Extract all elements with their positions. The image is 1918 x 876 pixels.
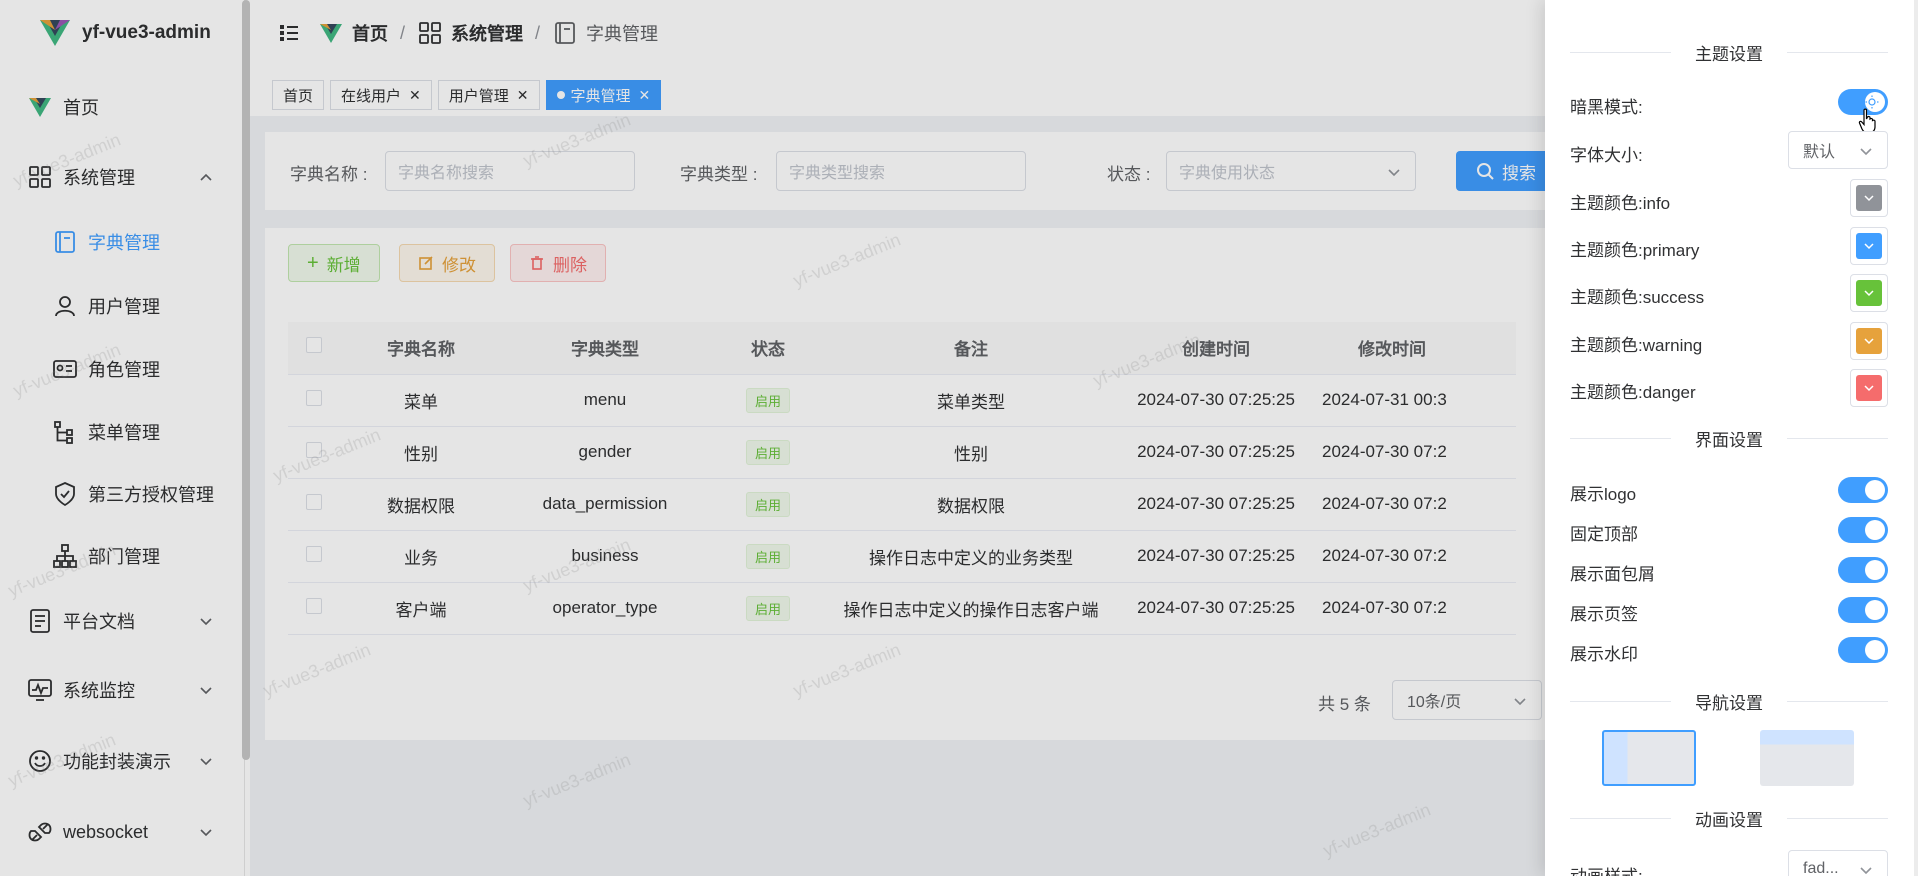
chevron-down-icon — [1864, 290, 1874, 297]
color-warning-label: 主题颜色:warning — [1570, 336, 1703, 355]
color-warning-picker[interactable] — [1850, 322, 1888, 360]
anim-style-select[interactable]: fad... — [1788, 850, 1888, 876]
font-size-label: 字体大小: — [1570, 146, 1643, 165]
toggle-fixed-header-switch[interactable] — [1838, 517, 1888, 543]
nav-section-divider: 导航设置 — [1570, 691, 1888, 713]
dark-mode-label: 暗黑模式: — [1570, 98, 1643, 117]
toggle-watermark-switch[interactable] — [1838, 637, 1888, 663]
sun-icon — [1865, 95, 1879, 109]
toggle-tabs-switch[interactable] — [1838, 597, 1888, 623]
section-title: 动画设置 — [1695, 810, 1763, 830]
drawer-scrollbar[interactable] — [1914, 0, 1918, 876]
toggle-breadcrumb-label: 展示面包屑 — [1570, 565, 1655, 584]
toggle-watermark-label: 展示水印 — [1570, 645, 1638, 664]
color-primary-picker[interactable] — [1850, 227, 1888, 265]
ui-section-divider: 界面设置 — [1570, 428, 1888, 450]
color-danger-picker[interactable] — [1850, 369, 1888, 407]
nav-layout-sidebar-option[interactable] — [1602, 730, 1696, 786]
swatch — [1856, 233, 1882, 259]
theme-section-divider: 主题设置 — [1570, 42, 1888, 64]
chevron-down-icon — [1864, 243, 1874, 250]
nav-layout-top-option[interactable] — [1760, 730, 1854, 786]
chevron-down-icon — [1860, 148, 1872, 156]
color-info-picker[interactable] — [1850, 179, 1888, 217]
toggle-breadcrumb-switch[interactable] — [1838, 557, 1888, 583]
toggle-logo-switch[interactable] — [1838, 477, 1888, 503]
color-success-picker[interactable] — [1850, 274, 1888, 312]
color-info-label: 主题颜色:info — [1570, 194, 1671, 213]
chevron-down-icon — [1860, 867, 1872, 875]
chevron-down-icon — [1864, 195, 1874, 202]
color-danger-label: 主题颜色:danger — [1570, 383, 1696, 402]
font-size-value: 默认 — [1803, 144, 1836, 161]
chevron-down-icon — [1864, 385, 1874, 392]
section-title: 主题设置 — [1695, 44, 1763, 64]
anim-style-label: 动画样式: — [1570, 862, 1643, 876]
toggle-tabs-label: 展示页签 — [1570, 605, 1638, 624]
font-size-select[interactable]: 默认 — [1788, 131, 1888, 169]
color-success-label: 主题颜色:success — [1570, 288, 1705, 307]
swatch — [1856, 375, 1882, 401]
anim-style-value: fad... — [1803, 860, 1839, 876]
toggle-fixed-header-label: 固定顶部 — [1570, 525, 1638, 544]
color-primary-label: 主题颜色:primary — [1570, 241, 1700, 260]
toggle-logo-label: 展示logo — [1570, 485, 1637, 504]
swatch — [1856, 280, 1882, 306]
swatch — [1856, 185, 1882, 211]
swatch — [1856, 328, 1882, 354]
chevron-down-icon — [1864, 338, 1874, 345]
section-title: 导航设置 — [1695, 693, 1763, 713]
anim-section-divider: 动画设置 — [1570, 808, 1888, 830]
section-title: 界面设置 — [1695, 430, 1763, 450]
